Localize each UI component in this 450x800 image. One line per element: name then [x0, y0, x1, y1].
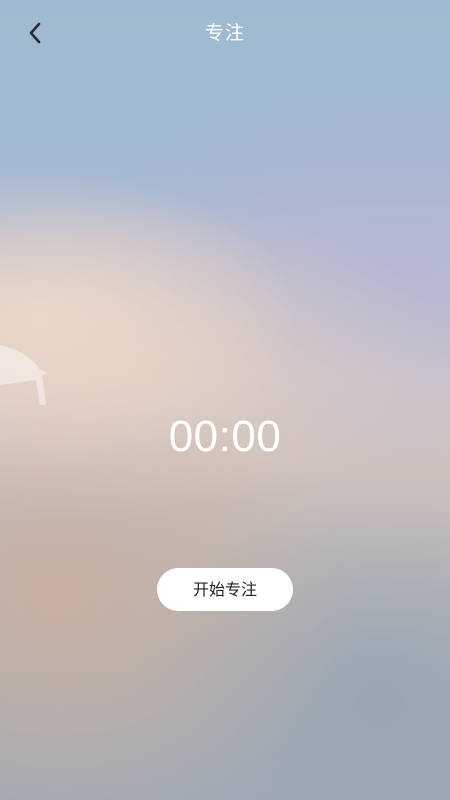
- page-title: 专注: [204, 22, 245, 44]
- header: 专注: [0, 0, 450, 68]
- timer-display: 00:00: [168, 412, 282, 461]
- focus-screen: 专注 00:00 开始专注: [0, 0, 450, 800]
- background-scenery: [0, 345, 48, 405]
- start-focus-button[interactable]: 开始专注: [157, 568, 293, 611]
